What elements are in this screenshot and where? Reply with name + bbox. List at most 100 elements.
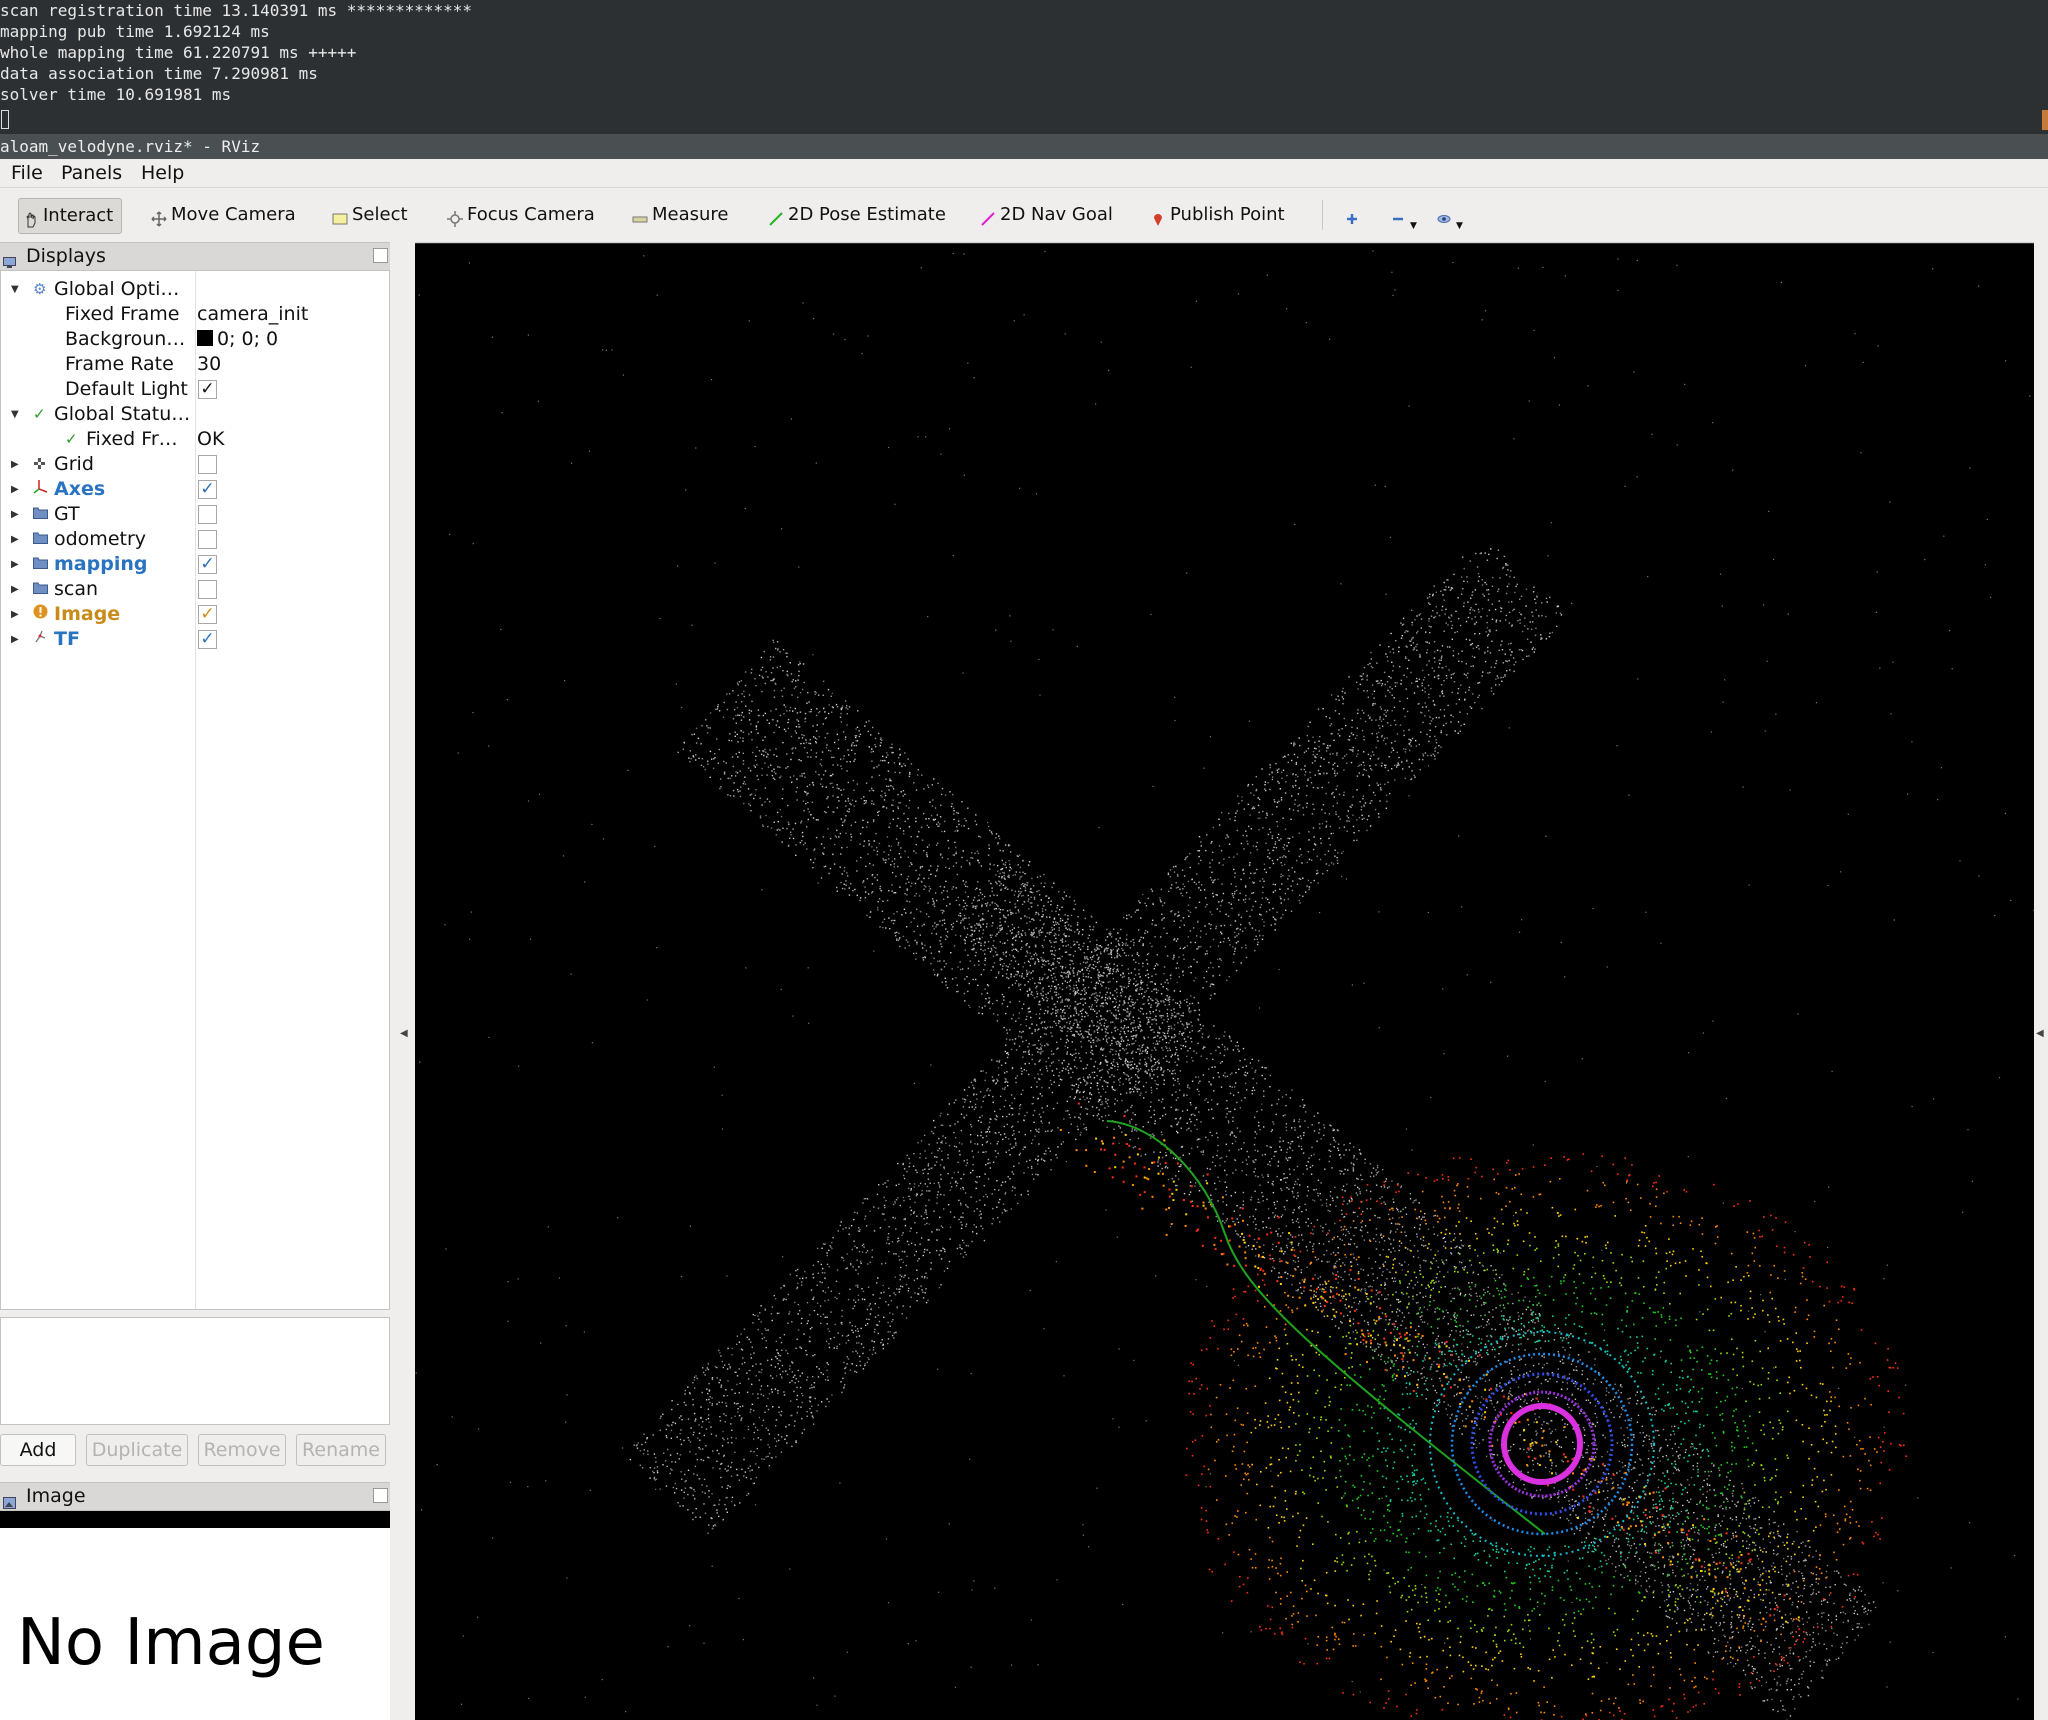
expand-arrow-icon[interactable]: ▶ bbox=[11, 552, 19, 577]
terminal-line: scan registration time 13.140391 ms ****… bbox=[0, 1, 473, 20]
interact-tool-button[interactable]: Interact bbox=[18, 198, 123, 234]
tree-row-fixed-frame[interactable]: Fixed Frame camera_init bbox=[1, 302, 389, 327]
background-label: Backgroun… bbox=[65, 328, 186, 350]
expand-arrow-icon[interactable]: ▶ bbox=[11, 627, 19, 652]
no-image-text: No Image bbox=[17, 1606, 325, 1680]
tree-row-tf[interactable]: ▶ TF ✓ bbox=[1, 627, 389, 652]
publish-point-label: Publish Point bbox=[1170, 204, 1285, 225]
publish-point-tool-button[interactable]: Publish Point bbox=[1150, 198, 1285, 232]
scan-ring-inner bbox=[1501, 1403, 1583, 1485]
window-title: aloam_velodyne.rviz* - RViz bbox=[0, 134, 2048, 159]
fixed-frame-value[interactable]: camera_init bbox=[197, 302, 308, 327]
checkmark-icon: ✓ bbox=[33, 405, 46, 423]
pose-estimate-label: 2D Pose Estimate bbox=[788, 204, 946, 225]
panel-tool-button[interactable]: ▼ bbox=[1436, 198, 1463, 232]
image-icon bbox=[3, 1490, 16, 1509]
background-value[interactable]: 0; 0; 0 bbox=[197, 327, 278, 352]
menu-file[interactable]: File bbox=[11, 162, 43, 184]
display-label-scan: scan bbox=[54, 578, 99, 600]
expand-arrow-icon[interactable]: ▶ bbox=[11, 602, 19, 627]
collapse-arrow-icon[interactable]: ▼ bbox=[11, 277, 19, 302]
toolbar: Interact Move Camera Select Focus Camera… bbox=[0, 188, 2048, 243]
expand-arrow-icon[interactable]: ▶ bbox=[11, 477, 19, 502]
tree-row-grid[interactable]: ▶ ✜ Grid bbox=[1, 452, 389, 477]
nav-goal-label: 2D Nav Goal bbox=[1000, 204, 1113, 225]
pose-estimate-tool-button[interactable]: 2D Pose Estimate bbox=[768, 198, 946, 232]
measure-tool-button[interactable]: Measure bbox=[632, 198, 729, 232]
terminal-cursor bbox=[1, 110, 9, 129]
tree-row-mapping[interactable]: ▶ mapping ✓ bbox=[1, 552, 389, 577]
displays-title: Displays bbox=[26, 245, 106, 267]
color-swatch[interactable] bbox=[197, 329, 213, 346]
display-label-tf: TF bbox=[54, 628, 80, 650]
focus-camera-icon bbox=[447, 205, 463, 227]
tree-row-axes[interactable]: ▶ Axes ✓ bbox=[1, 477, 389, 502]
left-dock-panel: Displays ▼ ⚙ Global Opti… Fixed Frame ca… bbox=[0, 242, 390, 1720]
add-tool-button[interactable] bbox=[1344, 198, 1364, 232]
folder-icon bbox=[33, 527, 48, 552]
image-checkbox[interactable]: ✓ bbox=[198, 605, 217, 624]
menu-panels[interactable]: Panels bbox=[61, 162, 122, 184]
remove-display-button[interactable]: Remove bbox=[198, 1434, 286, 1466]
folder-icon bbox=[33, 502, 48, 527]
tree-row-global-status[interactable]: ▼ ✓ Global Statu… bbox=[1, 402, 389, 427]
tree-row-odometry[interactable]: ▶ odometry bbox=[1, 527, 389, 552]
add-display-button[interactable]: Add bbox=[0, 1434, 76, 1466]
display-label-mapping: mapping bbox=[54, 553, 148, 575]
panel-splitter[interactable]: ◀ bbox=[390, 242, 415, 1720]
tree-row-image[interactable]: ▶ Image ✓ bbox=[1, 602, 389, 627]
float-panel-button[interactable] bbox=[373, 248, 388, 263]
checkmark-icon: ✓ bbox=[65, 430, 78, 448]
odometry-checkbox[interactable] bbox=[198, 530, 217, 549]
remove-tool-button[interactable]: ▼ bbox=[1390, 198, 1417, 232]
duplicate-display-button[interactable]: Duplicate bbox=[86, 1434, 188, 1466]
tree-row-gt[interactable]: ▶ GT bbox=[1, 502, 389, 527]
display-label-axes: Axes bbox=[54, 478, 106, 500]
image-display-area: No Image bbox=[0, 1511, 390, 1720]
expand-arrow-icon[interactable]: ▶ bbox=[11, 502, 19, 527]
gt-checkbox[interactable] bbox=[198, 505, 217, 524]
select-tool-button[interactable]: Select bbox=[332, 198, 408, 232]
move-camera-icon bbox=[151, 205, 167, 227]
default-light-checkbox[interactable]: ✓ bbox=[198, 380, 217, 399]
status-fixed-frame-label: Fixed Fr… bbox=[86, 428, 178, 450]
float-panel-button[interactable] bbox=[373, 1488, 388, 1503]
focus-camera-label: Focus Camera bbox=[467, 204, 595, 225]
focus-camera-tool-button[interactable]: Focus Camera bbox=[447, 198, 595, 232]
tree-row-global-options[interactable]: ▼ ⚙ Global Opti… bbox=[1, 277, 389, 302]
tree-row-status-fixed-frame[interactable]: ✓ Fixed Fr… OK bbox=[1, 427, 389, 452]
nav-goal-tool-button[interactable]: 2D Nav Goal bbox=[980, 198, 1113, 232]
minus-icon bbox=[1390, 205, 1406, 221]
collapse-left-arrow-icon[interactable]: ◀ bbox=[400, 1028, 408, 1039]
folder-icon bbox=[33, 552, 48, 577]
axes-icon bbox=[33, 477, 48, 502]
map-pin-icon bbox=[1150, 205, 1166, 226]
tf-icon bbox=[33, 627, 48, 652]
expand-arrow-icon[interactable]: ▶ bbox=[11, 452, 19, 477]
displays-panel-header: Displays bbox=[0, 242, 390, 271]
plus-icon bbox=[1344, 205, 1360, 224]
tf-checkbox[interactable]: ✓ bbox=[198, 630, 217, 649]
expand-arrow-icon[interactable]: ▶ bbox=[11, 577, 19, 602]
global-status-label: Global Statu… bbox=[54, 403, 191, 425]
collapse-arrow-icon[interactable]: ▼ bbox=[11, 402, 19, 427]
menu-help[interactable]: Help bbox=[141, 162, 184, 184]
tree-row-frame-rate[interactable]: Frame Rate 30 bbox=[1, 352, 389, 377]
point-cloud-map bbox=[415, 250, 2034, 1720]
frame-rate-value[interactable]: 30 bbox=[197, 352, 221, 377]
3d-render-viewport[interactable] bbox=[415, 244, 2034, 1720]
expand-arrow-icon[interactable]: ▶ bbox=[11, 527, 19, 552]
tree-row-default-light[interactable]: Default Light ✓ bbox=[1, 377, 389, 402]
grid-checkbox[interactable] bbox=[198, 455, 217, 474]
tree-row-background[interactable]: Backgroun… 0; 0; 0 bbox=[1, 327, 389, 352]
mapping-checkbox[interactable]: ✓ bbox=[198, 555, 217, 574]
tree-row-scan[interactable]: ▶ scan bbox=[1, 577, 389, 602]
default-light-label: Default Light bbox=[65, 378, 188, 400]
background-value-text: 0; 0; 0 bbox=[217, 328, 279, 350]
axes-checkbox[interactable]: ✓ bbox=[198, 480, 217, 499]
rename-display-button[interactable]: Rename bbox=[296, 1434, 386, 1466]
collapse-right-arrow-icon[interactable]: ◀ bbox=[2036, 1028, 2044, 1039]
scan-checkbox[interactable] bbox=[198, 580, 217, 599]
move-camera-tool-button[interactable]: Move Camera bbox=[151, 198, 296, 232]
select-icon bbox=[332, 205, 348, 225]
